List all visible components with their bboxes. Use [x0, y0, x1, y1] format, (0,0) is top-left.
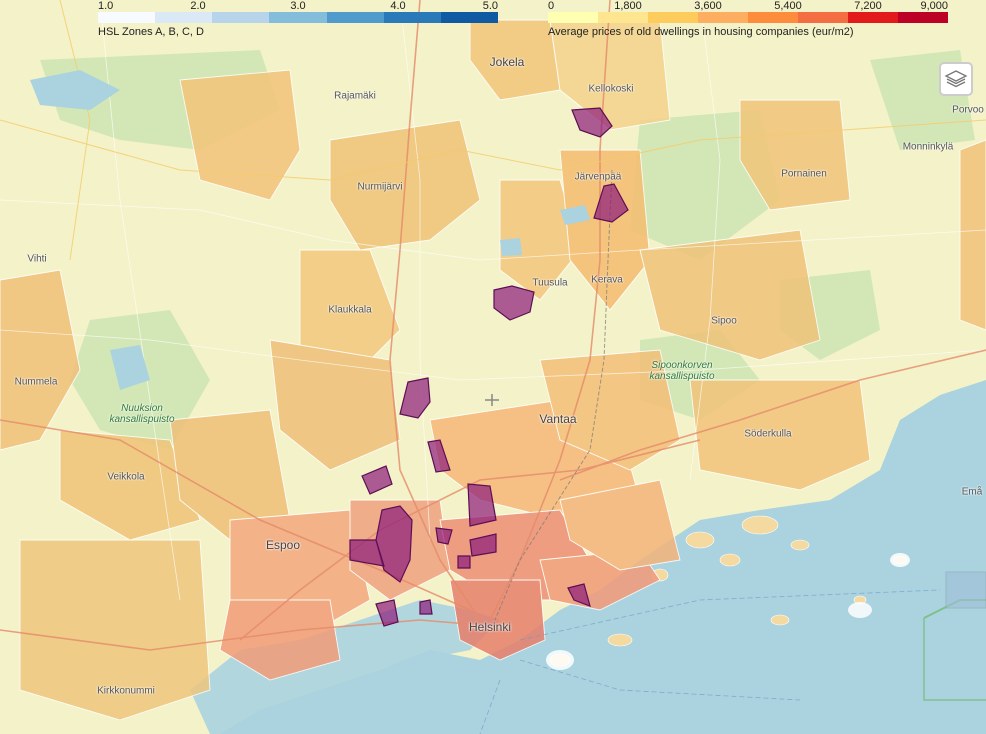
place-label: Klaukkala [328, 304, 372, 316]
place-label: Helsinki [468, 620, 512, 634]
legend_zones-tick: 5.0 [482, 0, 498, 12]
legend_prices-swatch [848, 12, 898, 23]
place-label: Nurmijärvi [357, 181, 403, 193]
place-label: Vihti [27, 253, 47, 265]
price-colorbar [548, 12, 948, 23]
legend_zones-swatch [212, 12, 270, 23]
legend_zones-swatch [269, 12, 327, 23]
place-label: Pornainen [781, 168, 827, 180]
place-label: Jokela [489, 55, 525, 69]
legend_prices-swatch [648, 12, 698, 23]
hsl-zones-colorbar [98, 12, 498, 23]
legend_zones-swatch [383, 12, 441, 23]
legend_prices-tick: 7,200 [854, 0, 882, 12]
place-label: Rajamäki [334, 90, 376, 102]
place-label: Järvenpää [574, 171, 622, 183]
place-label: Espoo [265, 538, 301, 552]
legend_zones-swatch [155, 12, 213, 23]
legend_zones-swatch [440, 12, 498, 23]
place-label: Tuusula [532, 277, 568, 289]
place-label: Nuuksion kansallispuisto [109, 403, 175, 425]
place-label: Kellokoski [588, 83, 634, 95]
legend_prices-tick: 5,400 [774, 0, 802, 12]
layers-icon [944, 70, 968, 88]
legend_prices-swatch [748, 12, 798, 23]
legend_zones-tick: 4.0 [390, 0, 406, 12]
hsl-zones-legend: 1.0 2.0 3.0 4.0 5.0 HSL Zones A, B, C, D [98, 0, 498, 40]
price-ticks: 0 1,800 3,600 5,400 7,200 9,000 [548, 0, 948, 12]
legend_prices-swatch [598, 12, 648, 23]
legend_prices-swatch [548, 12, 598, 23]
legend_zones-swatch [326, 12, 384, 23]
legend_zones-swatch [98, 12, 156, 23]
legend_prices-tick: 0 [548, 0, 555, 12]
legend_prices-tick: 1,800 [614, 0, 642, 12]
legend_prices-tick: 3,600 [694, 0, 722, 12]
legend_zones-tick: 3.0 [290, 0, 306, 12]
hsl-zones-caption: HSL Zones A, B, C, D [98, 26, 204, 38]
place-label: Veikkola [107, 471, 145, 483]
legend_prices-swatch [898, 12, 948, 23]
place-label: Monninkylä [902, 141, 954, 153]
place-label: Sipoo [711, 315, 737, 327]
hsl-zones-ticks: 1.0 2.0 3.0 4.0 5.0 [98, 0, 498, 12]
place-label: Porvoo [952, 104, 984, 116]
place-label: Emå [961, 486, 983, 498]
place-label: Sipoonkorven kansallispuisto [649, 360, 715, 382]
legend_prices-swatch [698, 12, 748, 23]
price-caption: Average prices of old dwellings in housi… [548, 26, 854, 38]
legend_zones-tick: 2.0 [190, 0, 206, 12]
legend_prices-tick: 9,000 [920, 0, 948, 12]
place-label: Kirkkonummi [97, 685, 155, 697]
price-legend: 0 1,800 3,600 5,400 7,200 9,000 Average price… [548, 0, 948, 40]
place-label: Söderkulla [744, 428, 792, 440]
legend_zones-tick: 1.0 [98, 0, 114, 12]
layers-control-button[interactable] [939, 62, 973, 96]
place-label: Nummela [14, 376, 58, 388]
place-label: Vantaa [539, 412, 577, 426]
legend_prices-swatch [798, 12, 848, 23]
place-label: Kerava [591, 274, 623, 286]
